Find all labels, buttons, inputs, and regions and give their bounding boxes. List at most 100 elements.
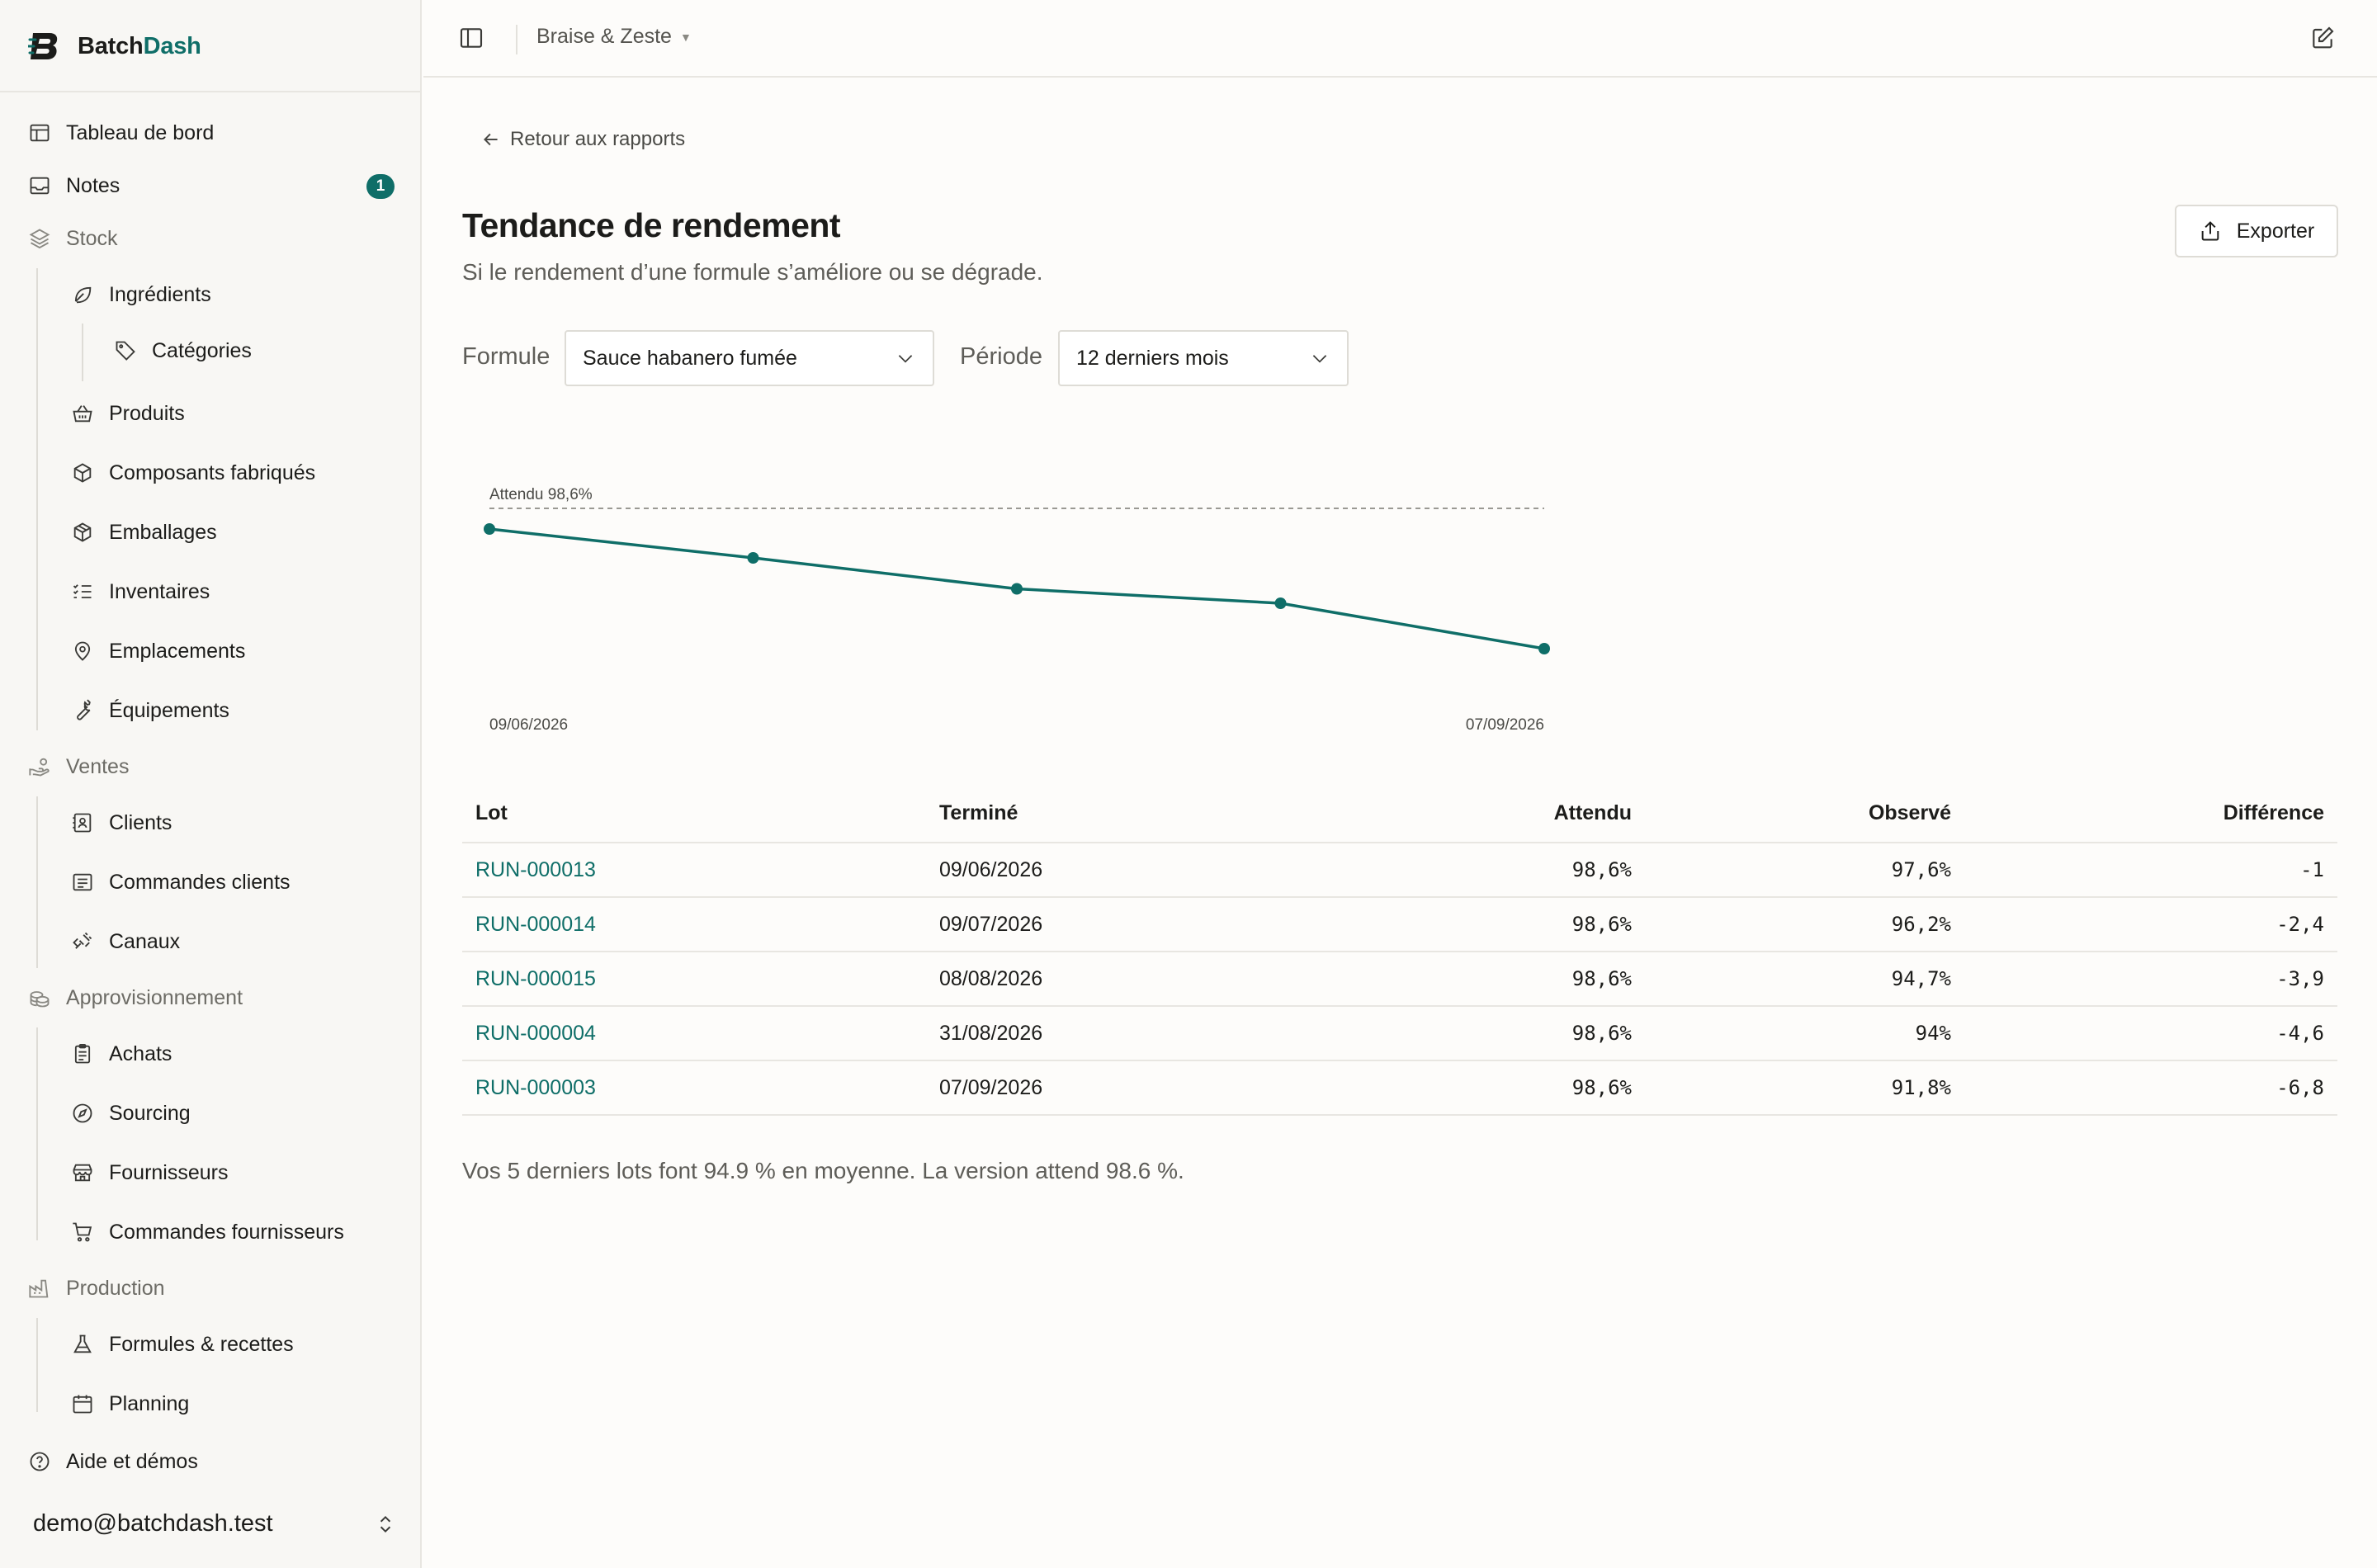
tree-line — [82, 324, 83, 381]
column-header-difference[interactable]: Différence — [2223, 784, 2324, 842]
sidebar-item-label: Emplacements — [109, 639, 246, 663]
coins-icon — [26, 985, 53, 1011]
yield-points — [484, 523, 1550, 654]
edit-icon[interactable] — [2309, 25, 2336, 51]
organization-switcher[interactable]: Braise & Zeste ▼ — [536, 25, 692, 49]
lot-link[interactable]: RUN-000015 — [475, 952, 596, 1005]
sidebar-item-label: Sourcing — [109, 1101, 191, 1125]
table-header-row: Lot Terminé Attendu Observé Différence — [462, 784, 2337, 843]
sidebar-section-procurement[interactable]: Approvisionnement — [26, 981, 243, 1014]
hand-coins-icon — [26, 753, 53, 780]
layers-icon — [26, 225, 53, 252]
yield-summary: Vos 5 derniers lots font 94.9 % en moyen… — [462, 1158, 1184, 1183]
sidebar-item-packaging[interactable]: Emballages — [69, 516, 217, 549]
sidebar-item-dashboard[interactable]: Tableau de bord — [26, 116, 214, 149]
x-tick-label-start: 09/06/2026 — [489, 716, 568, 734]
sidebar-item-ingredients[interactable]: Ingrédients — [69, 278, 211, 311]
sidebar-item-products[interactable]: Produits — [69, 397, 185, 430]
sidebar-item-formulas-recipes[interactable]: Formules & recettes — [69, 1328, 294, 1361]
sidebar-item-label: Canaux — [109, 929, 181, 953]
sidebar-item-manufactured-components[interactable]: Composants fabriqués — [69, 456, 315, 489]
batchdash-logo-icon — [28, 30, 61, 63]
sidebar-item-customer-orders[interactable]: Commandes clients — [69, 866, 291, 899]
sidebar-item-suppliers[interactable]: Fournisseurs — [69, 1156, 229, 1189]
lot-link[interactable]: RUN-000004 — [475, 1007, 596, 1060]
sidebar-item-channels[interactable]: Canaux — [69, 925, 180, 958]
column-header-completed[interactable]: Terminé — [939, 784, 1018, 842]
sidebar-item-categories[interactable]: Catégories — [112, 334, 252, 367]
observed-value: 94,7% — [1891, 967, 1951, 990]
wrench-icon — [69, 697, 96, 724]
column-header-observed[interactable]: Observé — [1869, 784, 1951, 842]
data-point[interactable] — [1274, 597, 1287, 609]
help-circle-icon — [26, 1448, 53, 1475]
page-subtitle: Si le rendement d’une formule s’améliore… — [462, 259, 1043, 285]
sidebar-item-label: Catégories — [152, 338, 252, 362]
data-point[interactable] — [484, 523, 495, 535]
export-label: Exporter — [2236, 219, 2315, 243]
completed-date: 08/08/2026 — [939, 966, 1043, 990]
sidebar-item-locations[interactable]: Emplacements — [69, 635, 245, 668]
back-to-reports-link[interactable]: Retour aux rapports — [480, 128, 685, 151]
sidebar-item-label: Inventaires — [109, 579, 210, 603]
observed-value: 96,2% — [1891, 913, 1951, 936]
lot-link[interactable]: RUN-000014 — [475, 898, 596, 951]
sidebar-item-label: Notes — [66, 173, 121, 197]
sidebar-item-label: Achats — [109, 1041, 172, 1065]
lot-link[interactable]: RUN-000013 — [475, 843, 596, 896]
completed-date: 07/09/2026 — [939, 1075, 1043, 1099]
completed-date: 31/08/2026 — [939, 1021, 1043, 1045]
satellite-icon — [69, 928, 96, 955]
chevron-down-icon — [895, 347, 916, 369]
sidebar-item-supplier-orders[interactable]: Commandes fournisseurs — [69, 1216, 344, 1249]
table-row: RUN-000003 07/09/2026 98,6% 91,8% -6,8 — [462, 1061, 2337, 1116]
lot-link[interactable]: RUN-000003 — [475, 1061, 596, 1114]
sidebar-item-equipment[interactable]: Équipements — [69, 694, 229, 727]
sidebar-item-help[interactable]: Aide et démos — [26, 1445, 198, 1478]
receipt-icon — [69, 869, 96, 895]
formula-select[interactable]: Sauce habanero fumée — [565, 330, 934, 386]
sidebar-item-planning[interactable]: Planning — [69, 1387, 189, 1420]
sidebar-section-production[interactable]: Production — [26, 1272, 165, 1305]
expected-value: 98,6% — [1571, 858, 1632, 881]
difference-value: -6,8 — [2276, 1076, 2324, 1099]
observed-value: 94% — [1915, 1022, 1951, 1045]
factory-icon — [26, 1275, 53, 1301]
tree-line — [36, 1318, 38, 1412]
sidebar-toggle-icon[interactable] — [458, 25, 484, 51]
data-point[interactable] — [747, 552, 759, 564]
sidebar-item-inventories[interactable]: Inventaires — [69, 575, 210, 608]
basket-icon — [69, 400, 96, 427]
sidebar-item-label: Emballages — [109, 520, 217, 544]
export-button[interactable]: Exporter — [2175, 205, 2338, 257]
sidebar-section-sales[interactable]: Ventes — [26, 750, 129, 783]
sidebar-item-purchases[interactable]: Achats — [69, 1037, 172, 1070]
data-point[interactable] — [1011, 583, 1023, 595]
clipboard-icon — [69, 1041, 96, 1067]
period-select[interactable]: 12 derniers mois — [1058, 330, 1349, 386]
sidebar-item-notes[interactable]: Notes — [26, 169, 120, 202]
sidebar-item-label: Commandes clients — [109, 870, 291, 894]
tag-icon — [112, 338, 139, 364]
period-select-value: 12 derniers mois — [1076, 346, 1229, 370]
back-link-label: Retour aux rapports — [510, 128, 686, 150]
contact-icon — [69, 810, 96, 836]
brand[interactable]: BatchDash — [28, 26, 201, 66]
tree-line — [36, 268, 38, 730]
sidebar-item-label: Clients — [109, 810, 172, 834]
sidebar-item-label: Fournisseurs — [109, 1160, 229, 1184]
column-header-lot[interactable]: Lot — [475, 784, 508, 842]
difference-value: -1 — [2300, 858, 2324, 881]
organization-name: Braise & Zeste — [536, 25, 672, 48]
account-switcher[interactable]: demo@batchdash.test — [33, 1510, 396, 1537]
x-tick-label-end: 07/09/2026 — [1466, 716, 1544, 734]
column-header-expected[interactable]: Attendu — [1554, 784, 1632, 842]
store-icon — [69, 1159, 96, 1186]
sidebar-divider — [0, 91, 420, 92]
difference-value: -2,4 — [2276, 913, 2324, 936]
expected-value: 98,6% — [1571, 913, 1632, 936]
data-point[interactable] — [1538, 643, 1550, 654]
sidebar-item-clients[interactable]: Clients — [69, 806, 172, 839]
sidebar-section-stock[interactable]: Stock — [26, 222, 118, 255]
sidebar-item-sourcing[interactable]: Sourcing — [69, 1097, 191, 1130]
